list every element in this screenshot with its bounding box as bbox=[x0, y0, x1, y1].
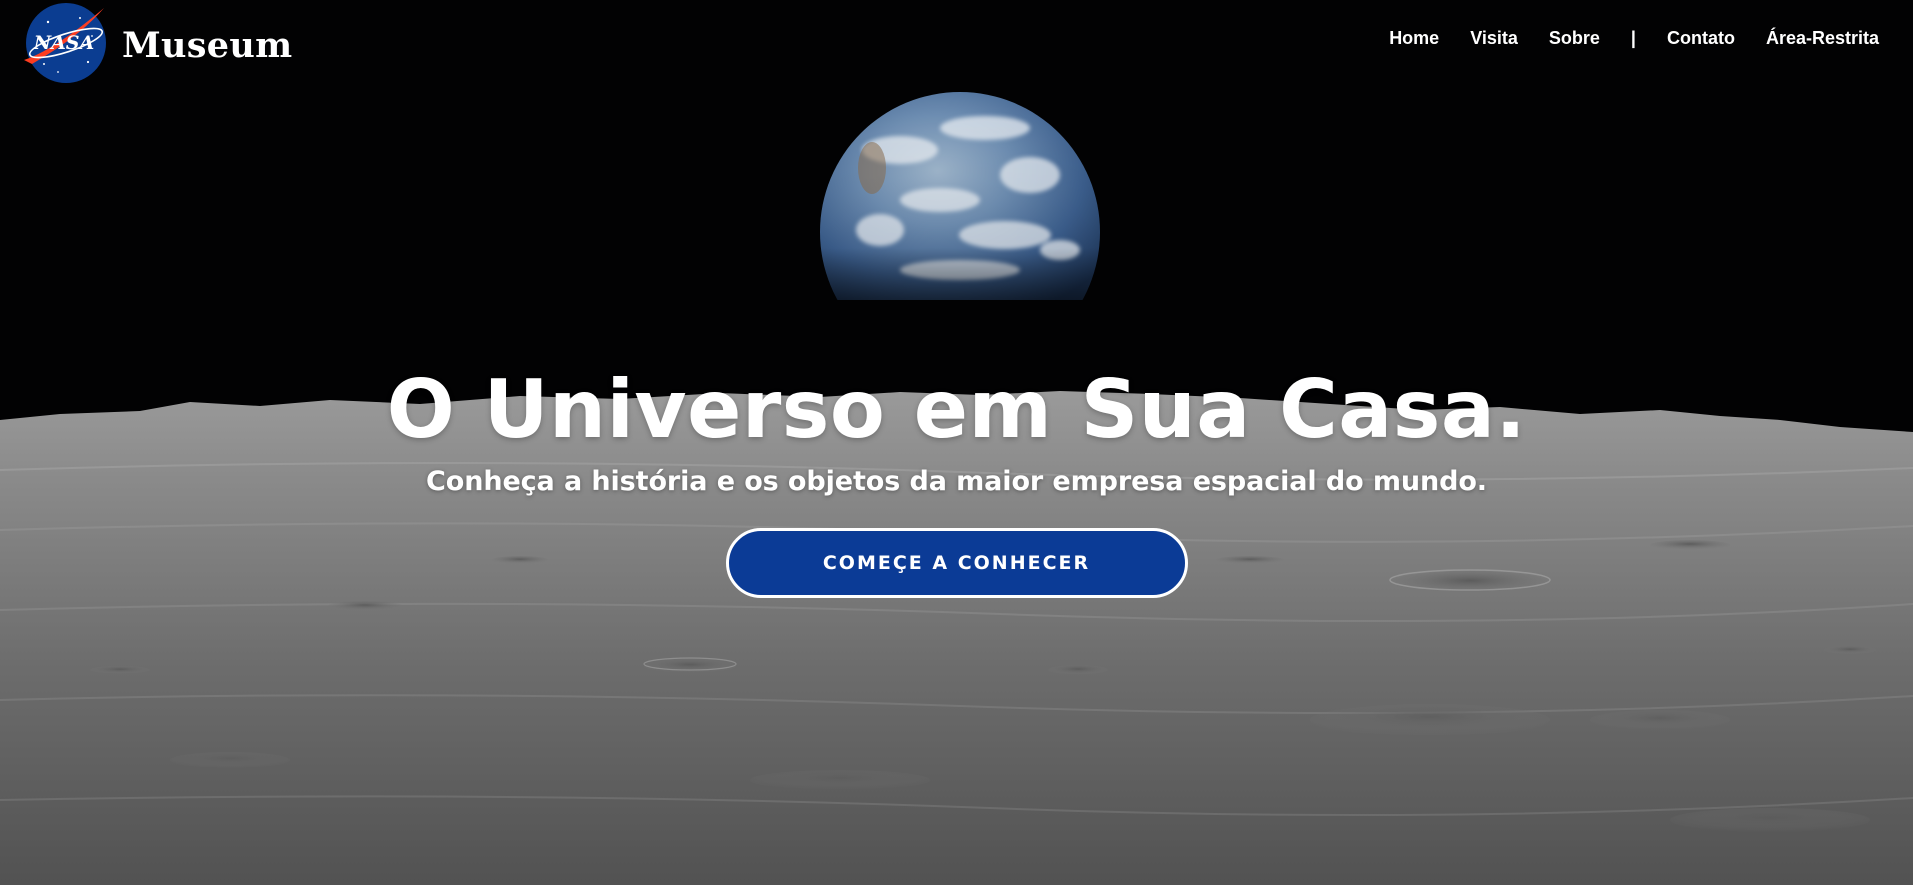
nav-separator: | bbox=[1630, 28, 1636, 48]
hero-section: O Universo em Sua Casa. Conheça a histór… bbox=[0, 360, 1913, 598]
nav-home[interactable]: Home bbox=[1389, 28, 1439, 49]
site-header: NASA Museum Home Visita Sobre | Contato … bbox=[0, 0, 1913, 86]
nasa-emblem-text: NASA bbox=[33, 32, 95, 54]
nasa-meatball-icon: NASA bbox=[24, 3, 106, 83]
hero-subtitle: Conheça a história e os objetos da maior… bbox=[426, 466, 1487, 497]
hero-title: O Universo em Sua Casa. bbox=[386, 363, 1527, 456]
nav-area-restrita[interactable]: Área-Restrita bbox=[1766, 28, 1879, 49]
brand-name: Museum bbox=[122, 24, 293, 66]
main-navigation: Home Visita Sobre | Contato Área-Restrit… bbox=[1389, 28, 1879, 49]
nav-sobre[interactable]: Sobre bbox=[1549, 28, 1600, 49]
start-exploring-button[interactable]: COMEÇE A CONHECER bbox=[725, 528, 1188, 598]
nav-visita[interactable]: Visita bbox=[1470, 28, 1518, 49]
site-logo[interactable]: NASA Museum bbox=[18, 0, 292, 86]
nav-contato[interactable]: Contato bbox=[1667, 28, 1735, 49]
page: NASA Museum Home Visita Sobre | Contato … bbox=[0, 0, 1913, 885]
